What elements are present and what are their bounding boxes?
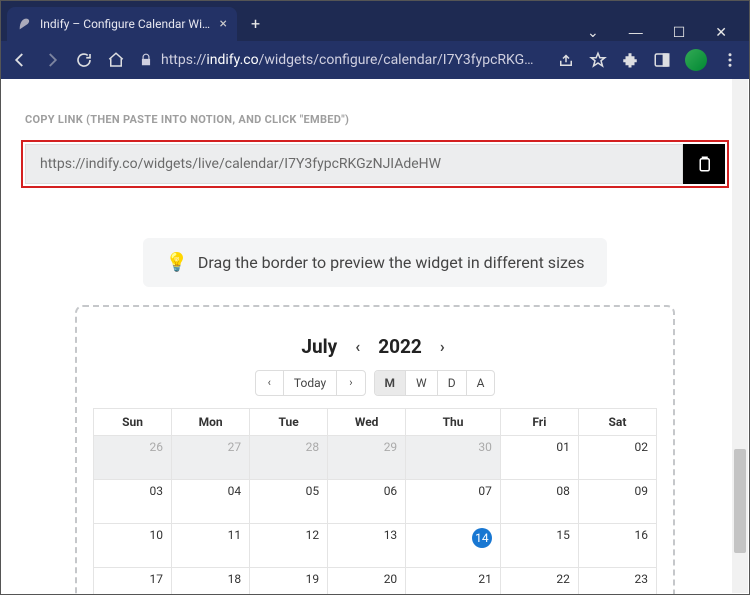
calendar-cell[interactable]: 18: [172, 568, 250, 595]
maximize-icon[interactable]: ☐: [673, 24, 686, 41]
hint-banner: 💡 Drag the border to preview the widget …: [143, 238, 606, 287]
calendar-cell[interactable]: 09: [578, 480, 656, 524]
next-button[interactable]: ›: [337, 371, 364, 395]
calendar-cell[interactable]: 14: [406, 524, 501, 568]
scrollbar[interactable]: [732, 79, 748, 593]
bulb-icon: 💡: [165, 252, 187, 273]
sidepanel-icon[interactable]: [653, 51, 671, 69]
view-day[interactable]: D: [438, 371, 467, 395]
day-header: Tue: [250, 409, 328, 436]
day-header: Fri: [500, 409, 578, 436]
copy-link-label: COPY LINK (THEN PASTE INTO NOTION, AND C…: [25, 113, 729, 126]
view-month[interactable]: M: [375, 371, 407, 395]
day-header: Thu: [406, 409, 501, 436]
calendar-cell[interactable]: 03: [94, 480, 172, 524]
calendar-cell[interactable]: 15: [500, 524, 578, 568]
close-tab-icon[interactable]: ×: [220, 16, 227, 32]
browser-tab[interactable]: Indify – Configure Calendar Widg ×: [7, 7, 237, 41]
lock-icon: [139, 53, 153, 67]
calendar-cell[interactable]: 16: [578, 524, 656, 568]
embed-link-input[interactable]: https://indify.co/widgets/live/calendar/…: [25, 144, 683, 184]
day-header: Wed: [328, 409, 406, 436]
calendar-cell[interactable]: 02: [578, 436, 656, 480]
calendar-cell[interactable]: 07: [406, 480, 501, 524]
clipboard-icon: [695, 155, 713, 173]
day-header: Sun: [94, 409, 172, 436]
scrollbar-thumb[interactable]: [734, 449, 746, 553]
calendar-cell[interactable]: 11: [172, 524, 250, 568]
calendar-cell[interactable]: 29: [328, 436, 406, 480]
address-bar[interactable]: https://indify.co/widgets/configure/cale…: [139, 52, 543, 68]
calendar-cell[interactable]: 04: [172, 480, 250, 524]
calendar-grid: SunMonTueWedThuFriSat 26272829300102 0304…: [93, 408, 657, 594]
tab-title: Indify – Configure Calendar Widg: [40, 17, 213, 31]
view-week[interactable]: W: [406, 371, 438, 395]
calendar-cell[interactable]: 10: [94, 524, 172, 568]
favicon-icon: [17, 16, 33, 32]
copy-button[interactable]: [683, 144, 725, 184]
hint-text: Drag the border to preview the widget in…: [198, 253, 585, 272]
new-tab-button[interactable]: +: [251, 14, 260, 33]
link-container: https://indify.co/widgets/live/calendar/…: [21, 140, 729, 188]
url-text: https://indify.co/widgets/configure/cale…: [161, 52, 543, 68]
month-label: July: [301, 335, 337, 358]
extensions-icon[interactable]: [621, 51, 639, 69]
home-icon[interactable]: [107, 51, 125, 69]
next-month-button[interactable]: ›: [436, 337, 449, 356]
menu-icon[interactable]: [721, 51, 739, 69]
day-header: Sat: [578, 409, 656, 436]
widget-preview[interactable]: July ‹ 2022 › ‹ Today › M W D A SunMonTu…: [75, 305, 675, 594]
calendar-cell[interactable]: 30: [406, 436, 501, 480]
calendar-cell[interactable]: 19: [250, 568, 328, 595]
calendar-cell[interactable]: 06: [328, 480, 406, 524]
calendar-cell[interactable]: 26: [94, 436, 172, 480]
close-window-icon[interactable]: ✕: [715, 24, 727, 41]
day-header: Mon: [172, 409, 250, 436]
calendar-cell[interactable]: 20: [328, 568, 406, 595]
calendar-cell[interactable]: 01: [500, 436, 578, 480]
calendar-cell[interactable]: 21: [406, 568, 501, 595]
calendar-cell[interactable]: 28: [250, 436, 328, 480]
prev-button[interactable]: ‹: [256, 371, 284, 395]
chevron-down-icon[interactable]: ⌄: [587, 24, 599, 41]
minimize-icon[interactable]: —: [629, 24, 643, 41]
forward-icon: [43, 51, 61, 69]
year-label: 2022: [378, 335, 422, 358]
share-icon[interactable]: [557, 51, 575, 69]
calendar-cell[interactable]: 17: [94, 568, 172, 595]
calendar-cell[interactable]: 23: [578, 568, 656, 595]
calendar-cell[interactable]: 13: [328, 524, 406, 568]
calendar-cell[interactable]: 08: [500, 480, 578, 524]
calendar-cell[interactable]: 27: [172, 436, 250, 480]
star-icon[interactable]: [589, 51, 607, 69]
prev-month-button[interactable]: ‹: [351, 337, 364, 356]
calendar-cell[interactable]: 12: [250, 524, 328, 568]
calendar-cell[interactable]: 22: [500, 568, 578, 595]
calendar-cell[interactable]: 05: [250, 480, 328, 524]
back-icon[interactable]: [11, 51, 29, 69]
view-agenda[interactable]: A: [467, 371, 495, 395]
profile-avatar[interactable]: [685, 49, 707, 71]
today-button[interactable]: Today: [284, 371, 337, 395]
reload-icon[interactable]: [75, 51, 93, 69]
